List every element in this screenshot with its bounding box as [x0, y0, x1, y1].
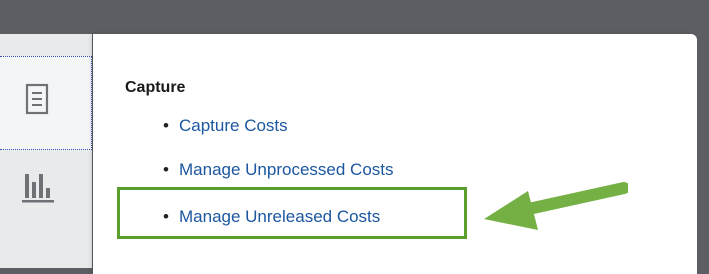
tab-document[interactable] [0, 56, 92, 150]
bar-chart-icon [22, 174, 54, 203]
manage-unprocessed-costs-link[interactable]: Manage Unprocessed Costs [179, 160, 394, 179]
list-item: • Manage Unprocessed Costs [163, 160, 394, 180]
section-title: Capture [125, 79, 186, 96]
bullet: • [163, 160, 169, 179]
tab-chart[interactable] [0, 150, 92, 230]
green-arrow-icon [484, 182, 628, 230]
capture-costs-link[interactable]: Capture Costs [179, 116, 288, 135]
highlight-box [117, 187, 467, 239]
bullet: • [163, 116, 169, 135]
document-list-icon [25, 83, 49, 115]
top-bar [0, 0, 709, 34]
list-item: • Capture Costs [163, 116, 288, 136]
